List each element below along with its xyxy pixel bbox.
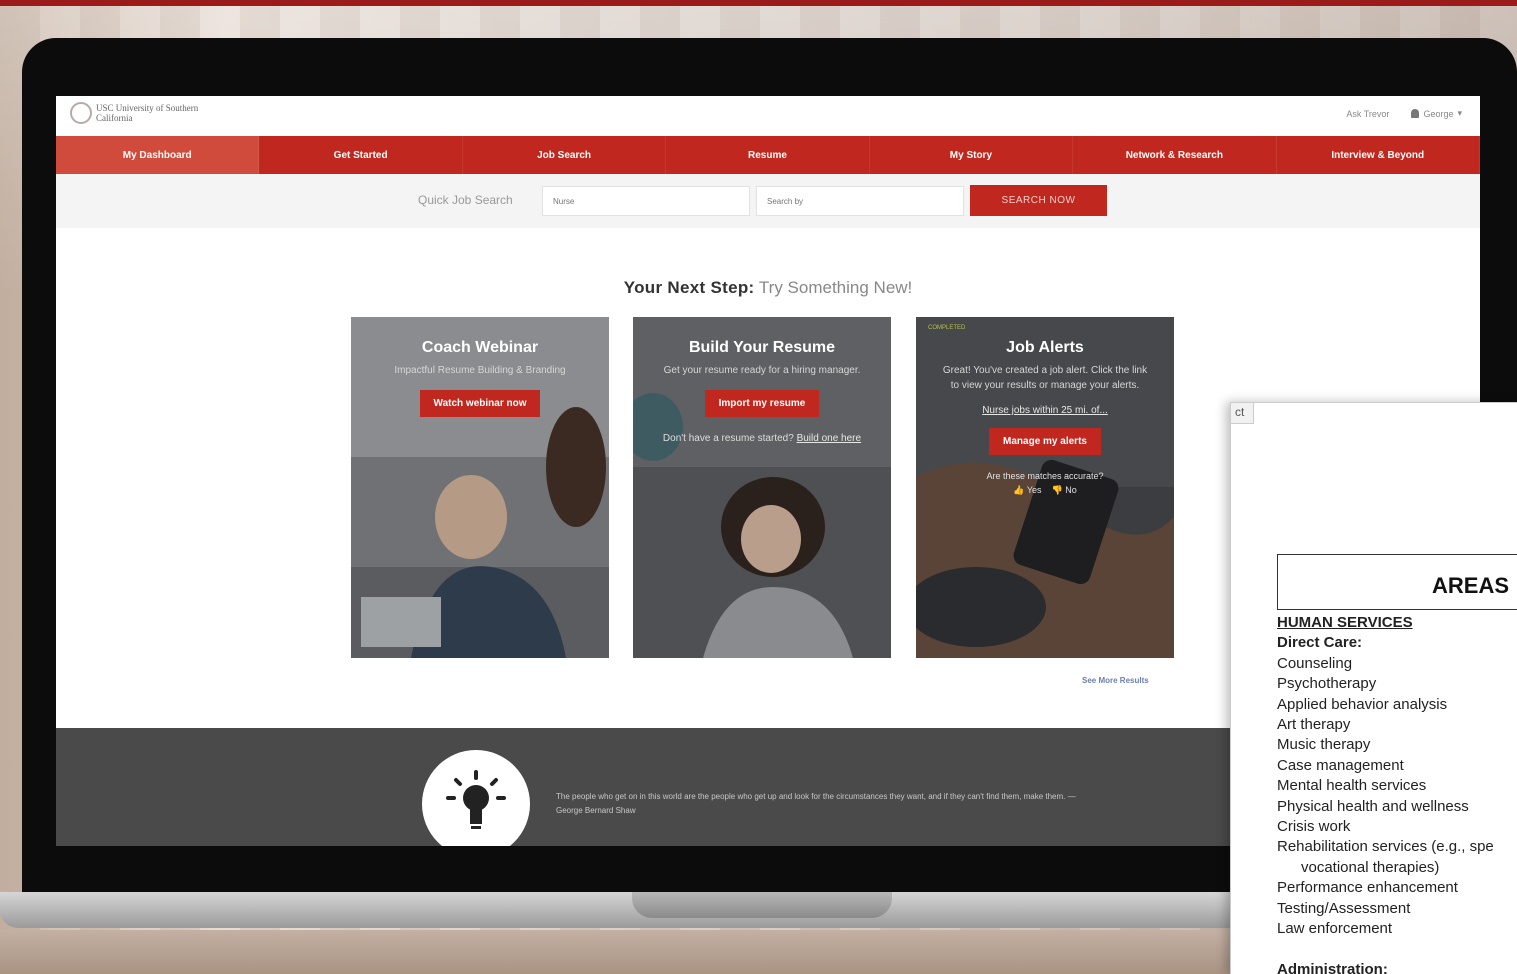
see-more-results-link[interactable]: See More Results (1082, 676, 1149, 685)
list-item: Music therapy (1277, 736, 1371, 754)
coach-webinar-card: Coach Webinar Impactful Resume Building … (351, 317, 609, 658)
list-item: Case management (1277, 756, 1404, 774)
nav-resume[interactable]: Resume (666, 136, 870, 174)
areas-document: AREAS HUMAN SERVICES Direct Care: Counse… (1230, 402, 1517, 974)
list-item: Crisis work (1277, 818, 1351, 836)
card-subtitle: Get your resume ready for a hiring manag… (663, 365, 861, 376)
import-resume-button[interactable]: Import my resume (704, 390, 820, 417)
nav-interview-beyond[interactable]: Interview & Beyond (1277, 136, 1480, 174)
document-heading: AREAS (1432, 573, 1510, 598)
list-item: Counseling (1277, 654, 1353, 672)
card-subtitle: Great! You've created a job alert. Click… (942, 365, 1148, 391)
yes-button[interactable]: 👍 Yes (1013, 485, 1041, 496)
thumbs-up-icon: 👍 (1013, 485, 1025, 495)
next-step-heading: Your Next Step: Try Something New! (56, 278, 1480, 298)
logo-text: USC University of Southern California (96, 103, 199, 123)
header-right: Ask Trevor George ▾ (1346, 108, 1462, 119)
list-item: Performance enhancement (1277, 879, 1458, 897)
keyword-input[interactable] (542, 186, 750, 216)
user-menu[interactable]: George ▾ (1411, 108, 1462, 119)
nav-network-research[interactable]: Network & Research (1073, 136, 1277, 174)
card-title: Coach Webinar (421, 339, 539, 356)
quick-search-label: Quick Job Search (418, 193, 513, 207)
nav-job-search[interactable]: Job Search (463, 136, 667, 174)
laptop-notch (632, 892, 892, 918)
card-content: Build Your Resume Get your resume ready … (633, 339, 891, 446)
card-subtitle: Impactful Resume Building & Branding (394, 365, 566, 376)
usc-logo[interactable]: USC University of Southern California (70, 102, 216, 124)
list-item: Law enforcement (1277, 920, 1393, 938)
document-body: HUMAN SERVICES Direct Care: Counseling P… (1277, 613, 1494, 974)
card-content: Job Alerts Great! You've created a job a… (916, 339, 1174, 496)
manage-alerts-button[interactable]: Manage my alerts (989, 428, 1101, 455)
nav-get-started[interactable]: Get Started (259, 136, 463, 174)
location-input[interactable] (756, 186, 964, 216)
build-resume-card: Build Your Resume Get your resume ready … (633, 317, 891, 658)
no-button[interactable]: 👎 No (1052, 485, 1077, 496)
list-item: Psychotherapy (1277, 675, 1377, 693)
site-header: USC University of Southern California As… (56, 96, 1480, 136)
document-title-box: AREAS (1277, 554, 1517, 610)
next-step-text: Try Something New! (758, 278, 913, 297)
watch-webinar-button[interactable]: Watch webinar now (419, 390, 541, 417)
inspirational-quote: The people who get on in this world are … (556, 792, 1076, 815)
list-item: Rehabilitation services (e.g., spe (1277, 838, 1494, 856)
quick-search-bar: Quick Job Search SEARCH NOW (56, 174, 1480, 228)
list-item: Physical health and wellness (1277, 797, 1469, 815)
lightbulb-icon (446, 770, 506, 829)
next-step-prefix: Your Next Step: (623, 278, 755, 297)
search-now-button[interactable]: SEARCH NOW (970, 185, 1107, 216)
resume-note: Don't have a resume started? Build one h… (653, 431, 871, 446)
university-seal-icon (70, 102, 92, 124)
card-content: Coach Webinar Impactful Resume Building … (351, 339, 609, 417)
card-title: Job Alerts (1006, 339, 1084, 356)
card-title: Build Your Resume (688, 339, 836, 356)
user-icon (1411, 109, 1420, 118)
list-item: Applied behavior analysis (1277, 695, 1448, 713)
build-one-here-link[interactable]: Build one here (797, 433, 862, 444)
subheading-administration: Administration: (1277, 960, 1388, 974)
section-title: HUMAN SERVICES (1277, 614, 1413, 631)
list-item: Mental health services (1277, 777, 1427, 795)
accuracy-question: Are these matches accurate? (986, 471, 1104, 481)
main-nav: My Dashboard Get Started Job Search Resu… (56, 136, 1480, 174)
list-item: vocational therapies) (1301, 858, 1440, 876)
list-item: Testing/Assessment (1277, 899, 1411, 917)
ask-link[interactable]: Ask Trevor (1346, 109, 1389, 119)
nav-my-dashboard[interactable]: My Dashboard (56, 136, 260, 174)
list-item: Art therapy (1277, 716, 1351, 734)
resume-note-text: Don't have a resume started? (662, 433, 794, 444)
yes-label: Yes (1026, 485, 1042, 495)
saved-search-link[interactable]: Nurse jobs within 25 mi. of... (916, 405, 1174, 416)
lightbulb-badge (422, 750, 530, 846)
subheading-direct-care: Direct Care: (1277, 634, 1363, 652)
thumbs-down-icon: 👎 (1051, 485, 1063, 495)
document-tab[interactable]: ct (1230, 402, 1254, 424)
chevron-down-icon: ▾ (1457, 108, 1462, 118)
no-label: No (1065, 485, 1077, 495)
completed-tag: COMPLETED (928, 325, 966, 331)
nav-my-story[interactable]: My Story (870, 136, 1074, 174)
feedback-buttons: 👍 Yes 👎 No (916, 485, 1174, 496)
user-name: George (1423, 108, 1454, 119)
job-alerts-card: COMPLETED Job Alerts Great! You've creat… (916, 317, 1174, 658)
